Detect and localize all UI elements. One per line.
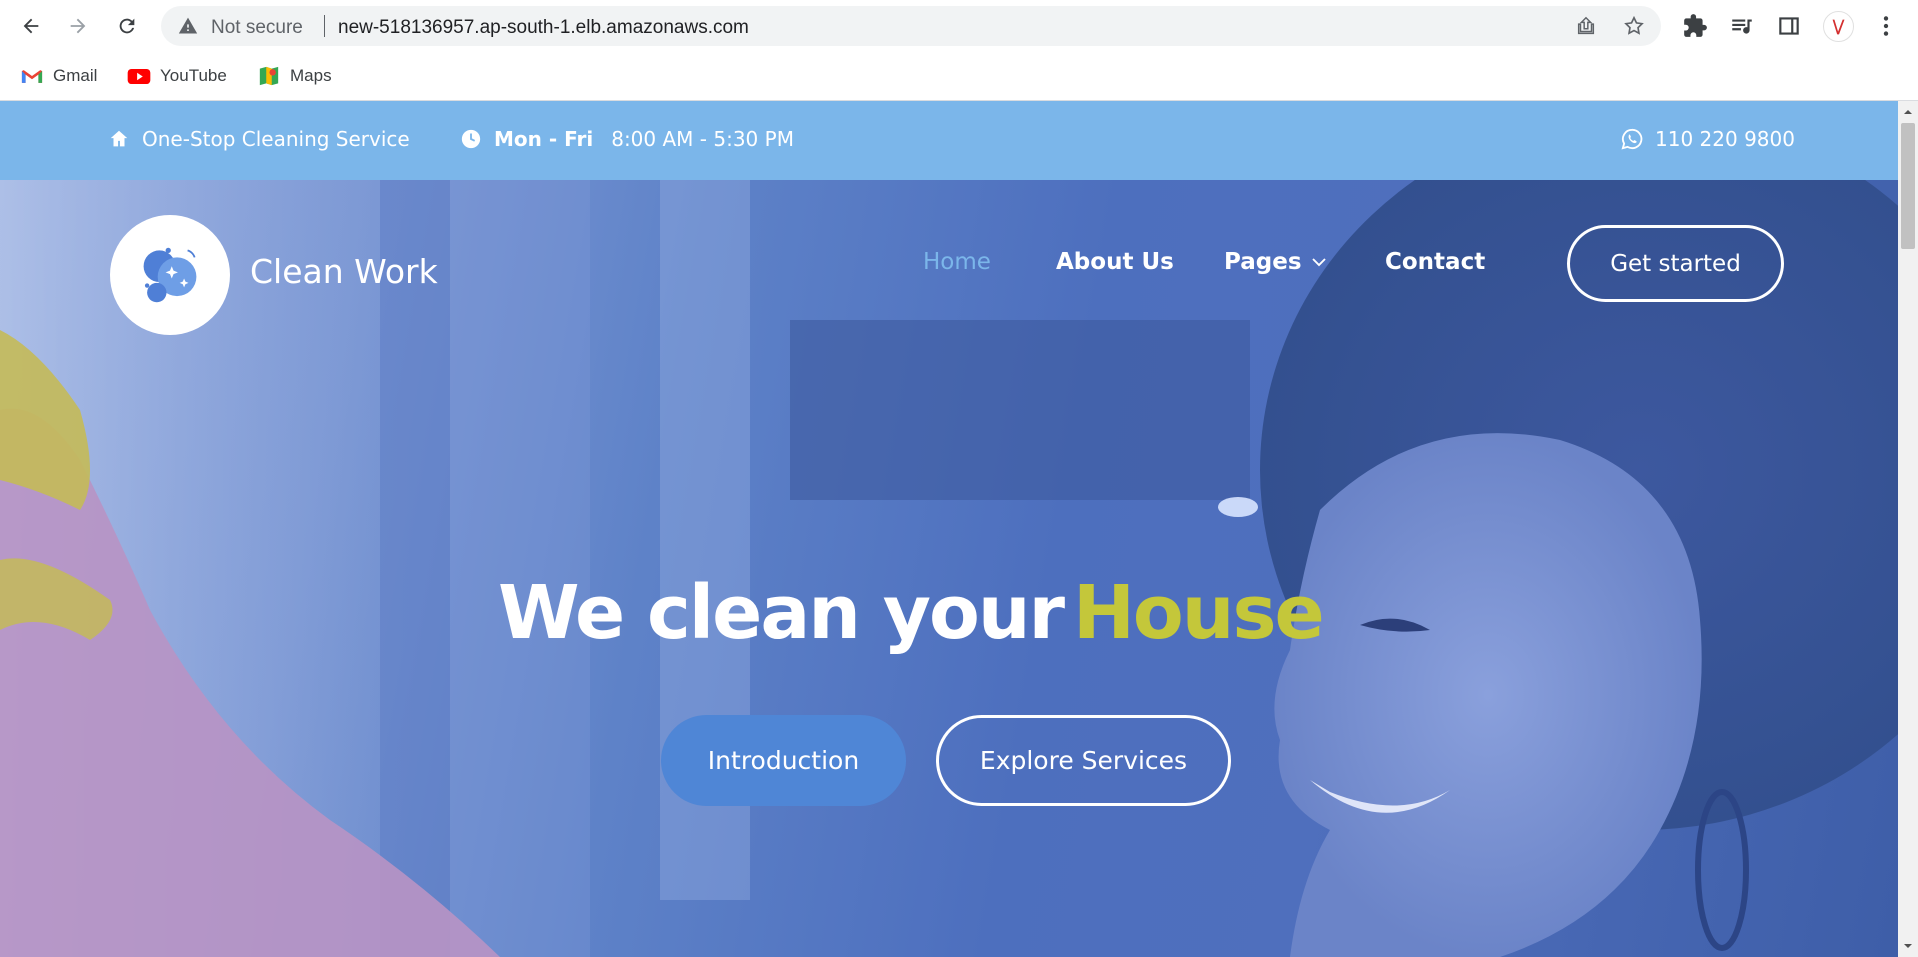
url-text[interactable]: new-518136957.ap-south-1.elb.amazonaws.c… <box>338 17 749 39</box>
home-icon <box>110 130 128 147</box>
menu-dots-icon[interactable] <box>1873 13 1899 39</box>
address-bar[interactable]: Not secure new-518136957.ap-south-1.elb.… <box>161 6 1661 46</box>
scroll-down-icon[interactable] <box>1903 941 1913 951</box>
bookmark-star-icon[interactable] <box>1623 15 1645 37</box>
browser-toolbar: Not secure new-518136957.ap-south-1.elb.… <box>0 0 1918 52</box>
chevron-down-icon <box>1311 258 1326 267</box>
bookmarks-bar: Gmail YouTube Maps <box>0 52 1918 101</box>
phone-text[interactable]: 110 220 9800 <box>1655 127 1795 151</box>
hero-headline: We clean your House <box>498 570 1325 656</box>
gmail-icon <box>20 66 44 86</box>
page-scrollbar[interactable] <box>1898 101 1918 957</box>
arrow-right-icon <box>70 18 86 34</box>
youtube-icon <box>127 66 151 86</box>
forward-button[interactable] <box>61 9 95 43</box>
bookmark-label: Maps <box>290 66 332 85</box>
brand-name[interactable]: Clean Work <box>250 252 438 291</box>
info-topbar: One-Stop Cleaning Service Mon - Fri 8:00… <box>0 101 1898 180</box>
brand-logo[interactable] <box>110 215 230 335</box>
days-text: Mon - Fri <box>494 127 594 151</box>
share-icon[interactable] <box>1575 15 1597 37</box>
service-text: One-Stop Cleaning Service <box>142 127 410 151</box>
page-viewport: One-Stop Cleaning Service Mon - Fri 8:00… <box>0 101 1918 957</box>
nav-pages-label: Pages <box>1224 249 1302 275</box>
explore-services-button[interactable]: Explore Services <box>936 715 1231 806</box>
reload-icon <box>119 18 135 34</box>
bookmark-youtube[interactable]: YouTube <box>127 64 227 88</box>
profile-logo-icon <box>1832 19 1844 34</box>
extensions-icon[interactable] <box>1682 13 1708 39</box>
nav-home[interactable]: Home <box>923 249 991 275</box>
profile-avatar[interactable] <box>1823 11 1854 42</box>
bookmark-maps[interactable]: Maps <box>257 64 332 88</box>
bookmark-label: Gmail <box>53 66 98 85</box>
media-queue-icon[interactable] <box>1729 13 1755 39</box>
scroll-up-icon[interactable] <box>1903 107 1913 117</box>
hero-section: Clean Work Home About Us Pages Contact G… <box>0 180 1898 957</box>
security-label[interactable]: Not secure <box>211 17 303 39</box>
arrow-left-icon <box>23 18 39 34</box>
side-panel-icon[interactable] <box>1776 13 1802 39</box>
nav-contact[interactable]: Contact <box>1385 249 1485 275</box>
nav-pages[interactable]: Pages <box>1224 249 1328 275</box>
bookmark-gmail[interactable]: Gmail <box>20 64 97 88</box>
reload-button[interactable] <box>110 9 144 43</box>
bookmark-label: YouTube <box>160 66 227 85</box>
maps-icon <box>257 66 281 86</box>
clock-icon <box>461 129 481 149</box>
get-started-button[interactable]: Get started <box>1567 225 1784 302</box>
whatsapp-icon <box>1621 128 1643 150</box>
headline-text: We clean your <box>498 570 1065 656</box>
phone-info[interactable]: 110 220 9800 <box>1621 127 1795 151</box>
scrollbar-thumb[interactable] <box>1901 123 1915 249</box>
bubbles-logo-icon <box>143 247 197 303</box>
nav-about-us[interactable]: About Us <box>1056 249 1174 275</box>
omnibox-separator <box>324 15 325 37</box>
service-info: One-Stop Cleaning Service <box>108 127 410 151</box>
hours-info: Mon - Fri 8:00 AM - 5:30 PM <box>460 127 794 151</box>
warning-icon <box>178 17 198 34</box>
hours-text: 8:00 AM - 5:30 PM <box>611 127 794 151</box>
headline-highlight: House <box>1073 570 1325 656</box>
back-button[interactable] <box>14 9 48 43</box>
browser-chrome: Not secure new-518136957.ap-south-1.elb.… <box>0 0 1918 101</box>
introduction-button[interactable]: Introduction <box>661 715 906 806</box>
